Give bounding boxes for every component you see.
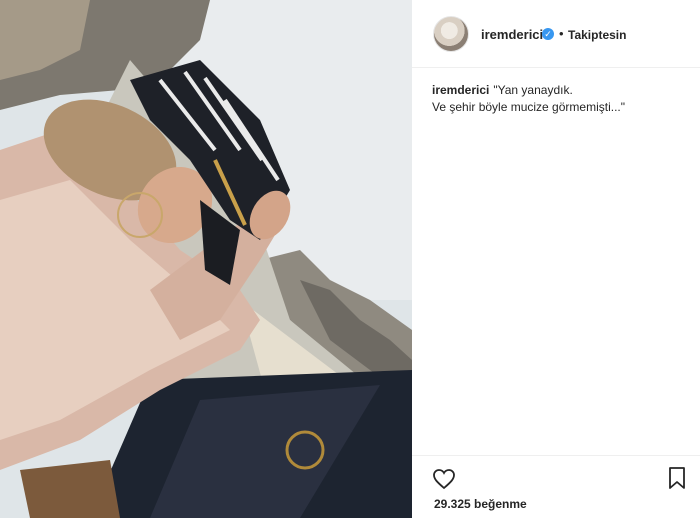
follow-status-button[interactable]: Takiptesin (568, 28, 626, 42)
post-side-panel: iremderici ✓ • Takiptesin iremderici "Yan… (412, 0, 700, 518)
post-caption: iremderici "Yan yanaydık. Ve şehir böyle … (432, 82, 687, 116)
verified-badge-icon: ✓ (542, 28, 554, 40)
post-actions: 29.325 beğenme (412, 455, 700, 518)
post-photo[interactable] (0, 0, 412, 518)
heart-icon[interactable] (432, 467, 456, 491)
avatar[interactable] (433, 16, 469, 52)
photo-scene (0, 0, 412, 518)
caption-text-line2: Ve şehir böyle mucize görmemişti..." (432, 100, 625, 114)
separator-dot: • (559, 26, 564, 41)
post-header: iremderici ✓ • Takiptesin (412, 0, 700, 68)
likes-count[interactable]: 29.325 beğenme (434, 497, 527, 511)
caption-username-link[interactable]: iremderici (432, 83, 489, 97)
caption-text-line1: "Yan yanaydık. (493, 83, 573, 97)
bookmark-icon[interactable] (668, 467, 686, 489)
username-link[interactable]: iremderici (481, 27, 543, 42)
